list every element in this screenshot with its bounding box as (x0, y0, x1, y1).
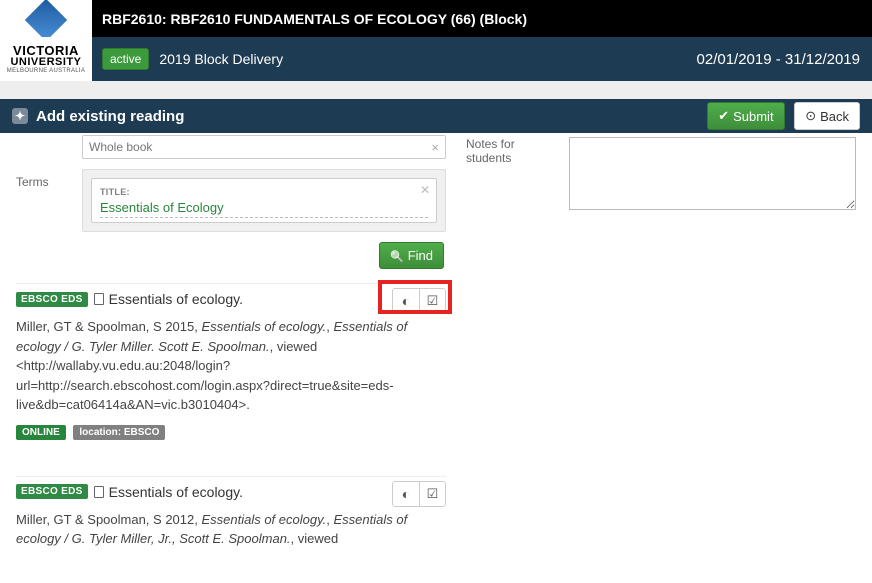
select-icon (427, 486, 439, 502)
source-badge: EBSCO EDS (16, 292, 88, 307)
remove-term-icon[interactable]: ✕ (420, 183, 430, 197)
source-badge: EBSCO EDS (16, 484, 88, 499)
back-icon (805, 108, 816, 124)
clear-icon[interactable]: × (431, 140, 439, 155)
book-icon (94, 293, 104, 305)
term-chip-value: Essentials of Ecology (100, 200, 428, 218)
preview-button[interactable] (393, 482, 419, 506)
toolbar-heading: Add existing reading (36, 108, 184, 125)
logo-diamond-icon (25, 0, 67, 41)
find-button[interactable]: Find (379, 242, 444, 269)
terms-label: Terms (16, 169, 82, 232)
logo-text: VICTORIA UNIVERSITY MELBOURNE AUSTRALIA (0, 37, 92, 81)
search-result: EBSCO EDS Essentials of ecology. Miller,… (16, 476, 446, 563)
result-actions (392, 481, 446, 507)
result-citation: Miller, GT & Spoolman, S 2015, Essential… (16, 317, 446, 415)
term-chip-title[interactable]: TITLE: Essentials of Ecology ✕ (91, 178, 437, 223)
book-icon (94, 486, 104, 498)
location-badge: location: EBSCO (73, 425, 165, 440)
status-badge: active (102, 48, 149, 70)
notes-textarea[interactable] (569, 137, 856, 210)
add-icon: ✦ (12, 108, 28, 124)
select-button[interactable] (419, 289, 445, 313)
delivery-label: 2019 Block Delivery (159, 51, 283, 67)
select-icon (427, 293, 439, 309)
document-label (16, 144, 82, 150)
result-actions (392, 288, 446, 314)
date-range: 02/01/2019 - 31/12/2019 (697, 51, 860, 68)
term-chip-label: TITLE: (100, 187, 130, 197)
check-icon (718, 108, 729, 124)
online-badge: ONLINE (16, 425, 66, 440)
preview-button[interactable] (393, 289, 419, 313)
notes-label: Notes for students (466, 137, 561, 165)
result-title: Essentials of ecology. (109, 484, 243, 500)
search-result: EBSCO EDS Essentials of ecology. Miller,… (16, 283, 446, 452)
globe-icon (402, 486, 410, 502)
globe-icon (402, 293, 410, 309)
page-title: RBF2610: RBF2610 FUNDAMENTALS OF ECOLOGY… (92, 11, 527, 27)
document-select[interactable]: Whole book × (82, 135, 446, 159)
submit-button[interactable]: Submit (707, 102, 784, 130)
logo (0, 0, 92, 37)
result-title: Essentials of ecology. (109, 291, 243, 307)
select-button[interactable] (419, 482, 445, 506)
back-button[interactable]: Back (794, 102, 860, 130)
search-icon (390, 248, 404, 263)
terms-container: TITLE: Essentials of Ecology ✕ (82, 169, 446, 232)
result-citation: Miller, GT & Spoolman, S 2012, Essential… (16, 510, 446, 549)
